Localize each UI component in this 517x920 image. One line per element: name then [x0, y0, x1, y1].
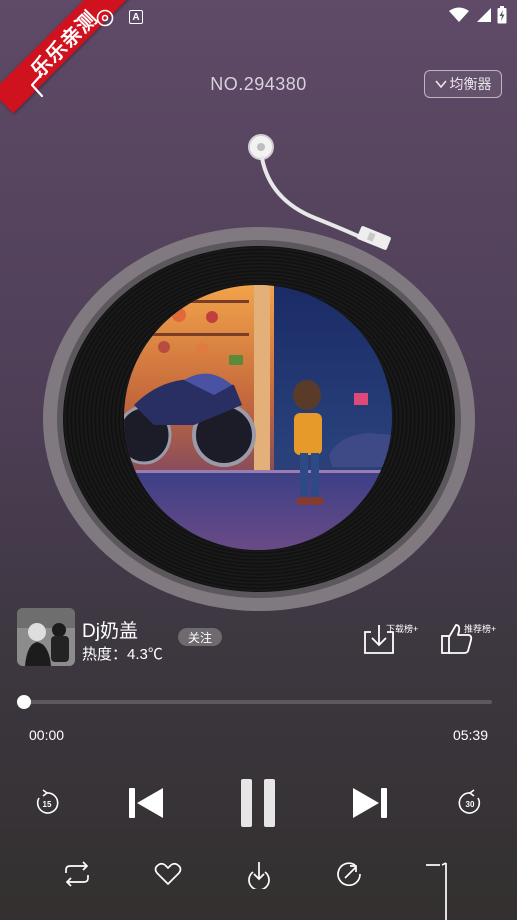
follow-button[interactable]: 关注	[178, 628, 222, 646]
status-right-icons	[449, 6, 507, 24]
pause-button[interactable]	[239, 777, 277, 829]
forward-30-button[interactable]: 30	[456, 788, 484, 818]
a-badge-icon: A	[129, 10, 143, 24]
playlist-icon[interactable]	[424, 861, 454, 920]
status-bar: 乐乐亲测 A	[0, 0, 517, 114]
chevron-down-icon	[434, 80, 447, 89]
battery-charging-icon	[497, 6, 507, 24]
equalizer-button[interactable]: 均衡器	[424, 70, 502, 98]
artist-name: Dj奶盖	[82, 621, 138, 642]
heart-icon[interactable]	[154, 862, 182, 886]
download-icon[interactable]	[244, 859, 274, 889]
recommend-rank-button[interactable]: 推荐榜+	[440, 620, 506, 656]
heat-text: 热度：4.3℃	[82, 643, 163, 664]
signal-icon	[477, 8, 491, 22]
repeat-icon[interactable]	[62, 861, 92, 887]
wifi-icon	[449, 7, 469, 22]
heat-label: 热度：	[82, 646, 128, 663]
tonearm[interactable]	[240, 130, 410, 270]
equalizer-label: 均衡器	[449, 76, 492, 92]
current-time: 00:00	[29, 727, 65, 743]
progress-knob[interactable]	[17, 695, 31, 709]
heat-value: 4.3℃	[127, 646, 163, 663]
share-icon[interactable]	[334, 860, 364, 888]
next-track-button[interactable]	[351, 786, 389, 820]
download-rank-button[interactable]: 下载榜+	[362, 620, 426, 656]
album-cover-art	[124, 285, 392, 550]
rewind-seconds: 15	[43, 800, 52, 809]
total-time: 05:39	[452, 727, 488, 743]
previous-track-button[interactable]	[127, 786, 165, 820]
download-rank-label: 下载榜+	[386, 624, 419, 634]
progress-track[interactable]	[24, 700, 492, 704]
artist-avatar[interactable]	[17, 608, 75, 666]
rewind-15-button[interactable]: 15	[33, 788, 61, 818]
recommend-rank-label: 推荐榜+	[464, 624, 497, 634]
disc-icon	[96, 9, 114, 27]
forward-seconds: 30	[466, 800, 475, 809]
